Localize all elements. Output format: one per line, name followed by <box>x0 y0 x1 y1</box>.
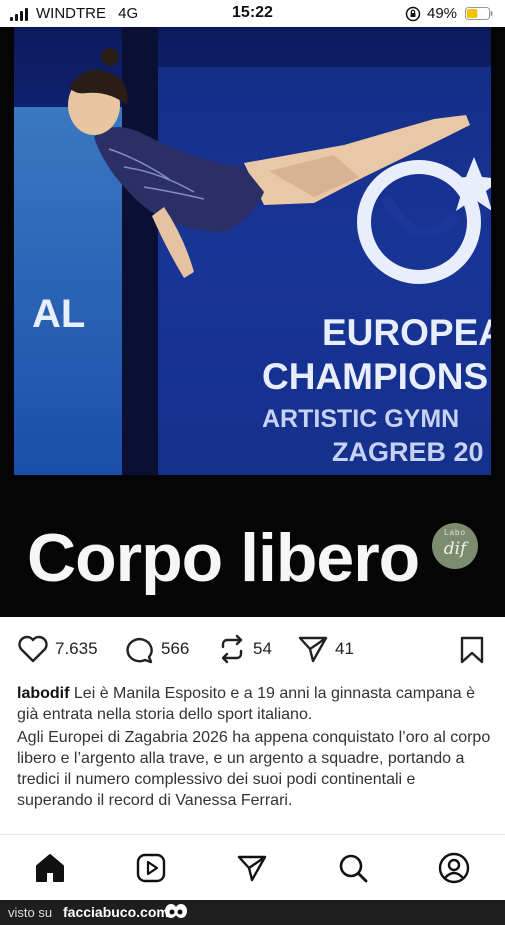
caption-text-2: Agli Europei di Zagabria 2026 ha appena … <box>17 729 491 809</box>
share-count: 41 <box>335 639 354 658</box>
site-name[interactable]: facciabuco.com <box>63 904 169 920</box>
orientation-lock-icon <box>405 6 421 22</box>
logo-top-text: Labo <box>444 528 466 537</box>
repost-icon <box>221 634 243 664</box>
caption-first-paragraph: labodif Lei è Manila Esposito e a 19 ann… <box>17 683 492 725</box>
home-icon[interactable] <box>34 852 66 884</box>
gymnast-photo: AL EUROPEA CHAMPIONS ARTISTIC GYMN ZAGRE… <box>14 27 491 475</box>
logo-mark-text: dif <box>443 539 467 559</box>
photo-text-side: AL <box>32 292 85 336</box>
comment-action[interactable]: 566 <box>123 634 189 664</box>
profile-icon[interactable] <box>438 852 470 884</box>
direct-messages-icon[interactable] <box>236 852 268 884</box>
like-action[interactable]: 7.635 <box>17 634 98 664</box>
battery-icon <box>465 7 493 20</box>
overlay-title: Corpo libero <box>27 520 420 596</box>
post-caption: labodif Lei è Manila Esposito e a 19 ann… <box>17 683 492 813</box>
photo-text-line4: ZAGREB 20 <box>332 437 484 467</box>
eyes-logo-icon <box>165 904 187 918</box>
labodif-logo: Labo dif <box>432 523 478 569</box>
like-count: 7.635 <box>55 639 98 658</box>
bookmark-icon[interactable] <box>459 636 485 664</box>
photo-text-line3: ARTISTIC GYMN <box>262 405 459 433</box>
search-icon[interactable] <box>337 852 369 884</box>
bottom-nav <box>0 834 505 901</box>
comment-icon <box>126 638 153 664</box>
battery-percent: 49% <box>427 5 458 22</box>
heart-icon <box>18 635 48 663</box>
repost-action[interactable]: 54 <box>217 634 272 664</box>
status-bar: WINDTRE 4G 15:22 49% <box>0 0 505 27</box>
caption-username[interactable]: labodif <box>17 685 69 702</box>
visto-su-label: visto su <box>8 905 53 920</box>
photo-text-line1: EUROPEA <box>322 312 491 353</box>
caption-text-1: Lei è Manila Esposito e a 19 anni la gin… <box>17 685 476 723</box>
post-image[interactable]: AL EUROPEA CHAMPIONS ARTISTIC GYMN ZAGRE… <box>0 27 505 617</box>
repost-count: 54 <box>253 639 272 658</box>
post-actions: 7.635 566 54 41 <box>0 617 505 681</box>
comment-count: 566 <box>161 639 190 658</box>
send-icon <box>298 636 328 663</box>
watermark-bar: visto su facciabuco.com <box>0 900 505 925</box>
reels-icon[interactable] <box>135 852 167 884</box>
photo-text-line2: CHAMPIONS <box>262 356 488 397</box>
share-action[interactable]: 41 <box>297 634 354 664</box>
